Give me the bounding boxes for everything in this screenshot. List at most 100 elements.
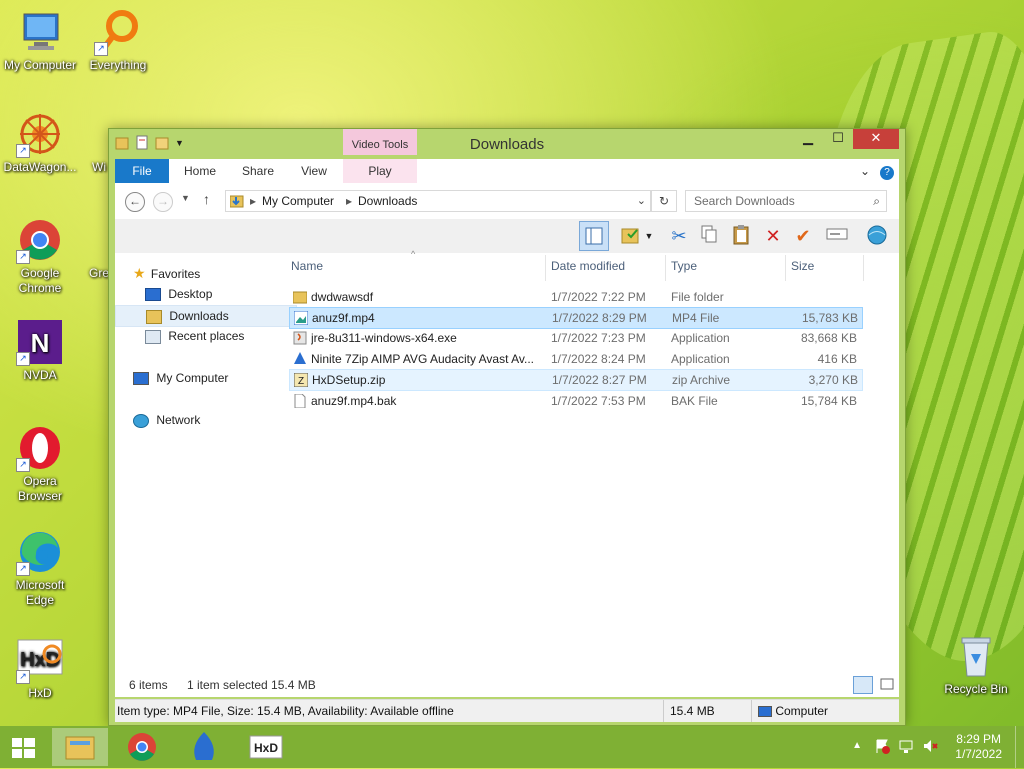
minimize-button[interactable]: ▁ — [793, 129, 823, 149]
content-area: ★ Favorites Desktop Downloads Recent pla… — [115, 249, 899, 673]
shortcut-arrow-icon: ↗ — [16, 250, 30, 264]
checklist-folder-icon[interactable] — [619, 224, 643, 248]
preview-pane-button[interactable] — [579, 221, 609, 251]
desktop-icon-hxd[interactable]: HxD ↗ HxD — [0, 636, 80, 701]
breadcrumb-my-computer[interactable]: My Computer — [262, 191, 334, 211]
column-header-name[interactable]: Name — [291, 259, 323, 273]
large-icons-view-button[interactable] — [879, 676, 895, 692]
shortcut-arrow-icon: ↗ — [16, 352, 30, 366]
file-row[interactable]: Ninite 7Zip AIMP AVG Audacity Avast Av..… — [289, 349, 861, 369]
hxd-icon: HxD — [249, 735, 283, 759]
clock[interactable]: 8:29 PM 1/7/2022 — [955, 732, 1002, 762]
globe-icon[interactable] — [865, 224, 889, 248]
breadcrumb-separator-icon: ▸ — [250, 194, 257, 208]
column-header-date[interactable]: Date modified — [551, 259, 625, 273]
chevron-down-icon[interactable]: ⌄ — [857, 159, 873, 183]
tab-file[interactable]: File — [115, 159, 169, 183]
taskbar-file-explorer[interactable] — [52, 728, 108, 766]
nav-network[interactable]: Network — [133, 410, 200, 430]
taskbar-chrome[interactable] — [114, 728, 170, 766]
item-count: 6 items — [129, 678, 168, 692]
windows-logo-icon — [12, 738, 35, 758]
address-field[interactable]: ▸ My Computer ▸ Downloads ⌄ — [225, 190, 651, 212]
nav-recent-places[interactable]: Recent places — [145, 326, 244, 346]
ribbon-tabs: File Home Share View Play ⌄ ? — [115, 159, 899, 183]
address-dropdown-icon[interactable]: ⌄ — [637, 191, 646, 211]
recycle-bin-icon — [952, 632, 1000, 680]
navigation-pane: ★ Favorites Desktop Downloads Recent pla… — [115, 253, 297, 673]
checkmark-icon[interactable]: ✔ — [791, 224, 815, 248]
file-row[interactable]: dwdwawsdf 1/7/2022 7:22 PM File folder — [289, 287, 861, 307]
forward-button[interactable]: → — [153, 192, 173, 212]
title-bar[interactable]: ▼ Video Tools Downloads ▁ ☐ ✕ — [109, 129, 905, 159]
search-input[interactable]: Search Downloads ⌕ — [685, 190, 887, 212]
file-explorer-icon — [65, 736, 95, 760]
clock-date: 1/7/2022 — [955, 747, 1002, 761]
refresh-button[interactable]: ↻ — [651, 190, 677, 212]
close-button[interactable]: ✕ — [853, 129, 899, 149]
breadcrumb-downloads[interactable]: Downloads — [358, 191, 417, 211]
action-center-flag-icon[interactable] — [874, 738, 890, 757]
chrome-icon — [128, 733, 156, 761]
tab-home[interactable]: Home — [177, 159, 223, 183]
up-arrow-icon[interactable]: ↑ — [203, 191, 210, 207]
rename-icon[interactable] — [825, 224, 849, 248]
datawagon-icon: ↗ — [16, 110, 64, 158]
taskbar: HxD ▲ 8:29 PM 1/7/2022 — [0, 726, 1024, 768]
file-row[interactable]: jre-8u311-windows-x64.exe 1/7/2022 7:23 … — [289, 328, 861, 348]
file-row[interactable]: anuz9f.mp4.bak 1/7/2022 7:53 PM BAK File… — [289, 391, 861, 411]
taskbar-nvda[interactable] — [176, 728, 232, 766]
folder-icon — [293, 290, 307, 304]
desktop-icon-label: NVDA — [23, 368, 57, 382]
search-placeholder: Search Downloads — [694, 194, 795, 208]
tab-share[interactable]: Share — [235, 159, 281, 183]
file-list: ^ Name Date modified Type Size dwdwawsdf… — [287, 249, 865, 673]
window-controls: ▁ ☐ ✕ — [793, 129, 899, 149]
tab-play[interactable]: Play — [343, 159, 417, 183]
taskbar-hxd[interactable]: HxD — [238, 728, 294, 766]
desktop-icon-opera[interactable]: ↗ Opera Browser — [0, 424, 80, 504]
sort-arrow-icon: ^ — [411, 249, 416, 259]
start-button[interactable] — [0, 728, 48, 766]
delete-icon[interactable]: ✕ — [761, 224, 785, 248]
shortcut-arrow-icon: ↗ — [16, 670, 30, 684]
edge-icon: ↗ — [16, 528, 64, 576]
column-header-size[interactable]: Size — [791, 259, 814, 273]
maximize-button[interactable]: ☐ — [823, 129, 853, 149]
address-bar-row: ← → ▼ ↑ ▸ My Computer ▸ Downloads ⌄ ↻ Se… — [115, 183, 899, 219]
desktop-icon-my-computer[interactable]: My Computer — [0, 8, 80, 73]
recent-locations-chevron-icon[interactable]: ▼ — [181, 193, 190, 203]
network-icon[interactable] — [898, 738, 914, 757]
network-icon — [133, 413, 149, 428]
star-icon: ★ — [133, 265, 146, 281]
details-view-button[interactable] — [853, 676, 873, 694]
nav-my-computer[interactable]: My Computer — [133, 368, 228, 388]
file-row-selected[interactable]: anuz9f.mp4 1/7/2022 8:29 PM MP4 File 15,… — [289, 307, 863, 329]
column-header-type[interactable]: Type — [671, 259, 697, 273]
desktop-icon-recycle-bin[interactable]: Recycle Bin — [936, 632, 1016, 697]
file-row-hovered[interactable]: Z HxDSetup.zip 1/7/2022 8:27 PM zip Arch… — [289, 369, 863, 391]
back-button[interactable]: ← — [125, 192, 145, 212]
desktop-icon-label: Opera Browser — [17, 474, 62, 503]
desktop-icon-everything[interactable]: ↗ Everything — [78, 8, 158, 73]
hxd-icon: HxD ↗ — [16, 636, 64, 684]
desktop-icon-label: HxD — [28, 686, 52, 700]
desktop-icon-nvda[interactable]: N ↗ NVDA — [0, 318, 80, 383]
show-hidden-icons-chevron[interactable]: ▲ — [852, 740, 862, 751]
nav-downloads[interactable]: Downloads — [115, 305, 297, 327]
tab-view[interactable]: View — [291, 159, 337, 183]
chevron-down-icon[interactable]: ▼ — [643, 224, 655, 248]
paste-icon[interactable] — [729, 224, 753, 248]
cut-icon[interactable]: ✂ — [667, 224, 691, 248]
clock-time: 8:29 PM — [956, 732, 1001, 746]
desktop-icon-datawagon[interactable]: ↗ DataWagon... — [0, 110, 80, 175]
nav-desktop[interactable]: Desktop — [145, 284, 212, 304]
copy-icon[interactable] — [697, 224, 721, 248]
nav-favorites[interactable]: ★ Favorites — [133, 263, 200, 283]
desktop-icon-google-chrome[interactable]: ↗ Google Chrome — [0, 216, 80, 296]
nvda-launcher-icon — [194, 732, 214, 760]
help-icon[interactable]: ? — [879, 159, 895, 183]
show-desktop-button[interactable] — [1015, 726, 1024, 768]
desktop-icon-microsoft-edge[interactable]: ↗ Microsoft Edge — [0, 528, 80, 608]
volume-muted-icon[interactable] — [922, 738, 938, 757]
